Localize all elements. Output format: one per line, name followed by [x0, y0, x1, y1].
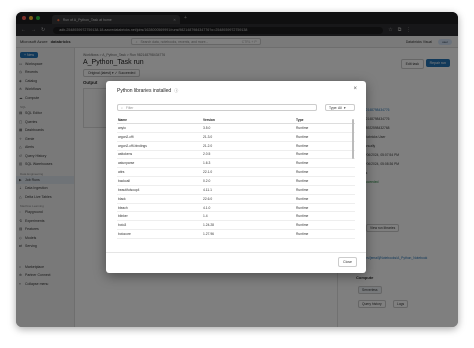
filter-placeholder: Filter	[125, 105, 134, 110]
search-icon: ⌕	[121, 105, 123, 110]
libraries-table: Name Version Type anyio 3.5.0 Runtime argo…	[117, 117, 355, 250]
cell-version: 0.2.0	[203, 178, 211, 183]
cell-version: 1.6.3	[203, 161, 211, 166]
cell-type: Runtime	[296, 170, 309, 175]
info-icon[interactable]: ⓘ	[174, 88, 178, 94]
cell-version: 22.6.0	[203, 196, 213, 201]
cell-version: 1.24.28	[203, 223, 214, 228]
cell-type: Runtime	[296, 161, 309, 166]
close-button[interactable]: Close	[338, 257, 357, 267]
cell-name: attrs	[118, 170, 125, 175]
table-row: boto3 1.24.28 Runtime	[117, 221, 355, 231]
cell-name: blinker	[118, 214, 128, 219]
type-filter-select[interactable]: Type: All ▾	[325, 104, 355, 111]
table-row: bleach 4.1.0 Runtime	[117, 204, 355, 213]
cell-version: 1.27.96	[203, 232, 214, 237]
cell-version: 4.11.1	[203, 187, 212, 192]
cell-name: backcall	[118, 178, 130, 183]
cell-type: Runtime	[296, 152, 309, 157]
dialog-title: Python libraries installed	[117, 88, 172, 94]
cell-type: Runtime	[296, 134, 309, 139]
table-row: attrs 22.1.0 Runtime	[117, 168, 355, 178]
table-row: asttokens 2.0.5 Runtime	[117, 151, 355, 160]
cell-version: 21.2.0	[203, 143, 213, 148]
table-row: botocore 1.27.96 Runtime	[117, 230, 355, 239]
type-filter-value: Type: All	[329, 105, 342, 110]
table-row: blinker 1.4 Runtime	[117, 212, 355, 222]
chevron-down-icon: ▾	[343, 105, 346, 110]
cell-version: 3.5.0	[203, 125, 211, 130]
cell-type: Runtime	[296, 205, 309, 210]
cell-version: 22.1.0	[203, 170, 213, 175]
cell-type: Runtime	[296, 187, 309, 192]
table-row: astunparse 1.6.3 Runtime	[117, 159, 355, 169]
cell-name: argon2-cffi	[118, 134, 134, 139]
dialog-title-row: Python libraries installed ⓘ	[117, 88, 178, 94]
cell-version: 2.0.5	[203, 152, 211, 157]
cell-type: Runtime	[296, 143, 309, 148]
cell-name: botocore	[118, 232, 131, 237]
table-row: backcall 0.2.0 Runtime	[117, 177, 355, 186]
cell-version: 4.1.0	[203, 205, 211, 210]
cell-type: Runtime	[296, 196, 309, 201]
table-scrollbar[interactable]	[352, 119, 354, 159]
cell-type: Runtime	[296, 214, 309, 219]
cell-name: beautifulsoup4	[118, 187, 140, 192]
table-row: anyio 3.5.0 Runtime	[117, 124, 355, 133]
filter-input[interactable]: ⌕ Filter	[117, 104, 317, 111]
cell-type: Runtime	[296, 178, 309, 183]
python-libraries-dialog: Python libraries installed ⓘ × ⌕ Filter …	[106, 81, 366, 273]
table-header: Name Version Type	[117, 117, 355, 124]
cell-version: 21.3.0	[203, 134, 213, 139]
cell-name: black	[118, 196, 126, 201]
table-row: black 22.6.0 Runtime	[117, 195, 355, 204]
column-header-version[interactable]: Version	[203, 118, 296, 122]
cell-name: anyio	[118, 125, 126, 130]
cell-type: Runtime	[296, 125, 309, 130]
cell-type: Runtime	[296, 232, 309, 237]
cell-name: boto3	[118, 223, 127, 228]
table-row: beautifulsoup4 4.11.1 Runtime	[117, 186, 355, 195]
cell-name: asttokens	[118, 152, 133, 157]
column-header-name[interactable]: Name	[117, 118, 203, 122]
cell-version: 1.4	[203, 214, 208, 219]
cell-name: bleach	[118, 205, 128, 210]
cell-name: astunparse	[118, 161, 135, 166]
close-icon[interactable]: ×	[353, 86, 357, 92]
cell-type: Runtime	[296, 223, 309, 228]
table-row: argon2-cffi-bindings 21.2.0 Runtime	[117, 142, 355, 151]
cell-name: argon2-cffi-bindings	[118, 143, 147, 148]
table-row: argon2-cffi 21.3.0 Runtime	[117, 133, 355, 142]
column-header-type[interactable]: Type	[296, 118, 351, 122]
dialog-divider	[106, 252, 366, 253]
